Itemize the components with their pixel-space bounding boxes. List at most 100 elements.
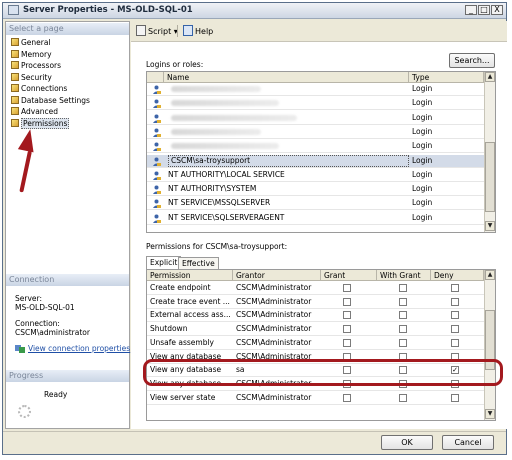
nav-item-connections[interactable]: Connections [11,83,67,94]
permission-row[interactable]: External access ass... CSCM\Administrator [147,309,484,323]
permission-grantor: CSCM\Administrator [236,324,312,334]
help-label: Help [195,27,214,36]
nav-item-security[interactable]: Security [11,72,52,83]
permission-grantor: CSCM\Administrator [236,296,312,306]
login-row[interactable]: CSCM\sa-troysupport Login [147,154,484,168]
permission-name: Create endpoint [150,283,211,292]
nav-item-label: Processors [21,61,62,70]
nav-item-database-settings[interactable]: Database Settings [11,95,90,106]
deny-checkbox[interactable] [451,284,459,292]
deny-checkbox[interactable] [451,338,459,347]
search-button[interactable]: Search... [449,53,495,68]
login-row[interactable]: Login [147,126,484,139]
nav-item-permissions[interactable]: Permissions [11,117,70,129]
nav-item-advanced[interactable]: Advanced [11,106,58,117]
login-type: Login [412,155,433,165]
tab-explicit[interactable]: Explicit [146,256,182,269]
user-icon [153,114,161,123]
login-row[interactable]: NT AUTHORITY\LOCAL SERVICE Login [147,169,484,182]
with-grant-checkbox[interactable] [399,393,407,402]
with-grant-checkbox[interactable] [399,338,407,347]
grant-checkbox[interactable] [343,338,351,347]
annotation-highlight [143,359,503,386]
permission-row[interactable]: Create trace event ... CSCM\Administrator [147,296,484,309]
tab-effective[interactable]: Effective [178,257,219,269]
toolbar-separator [177,25,178,37]
close-button[interactable]: X [491,5,503,15]
login-type: Login [412,169,433,179]
login-name: NT SERVICE\SQLSERVERAGENT [168,212,285,222]
login-row[interactable]: NT AUTHORITY\SYSTEM Login [147,183,484,197]
login-row[interactable]: NT SERVICE\SQLSERVERAGENT Login [147,212,484,225]
perm-scroll-down-icon[interactable]: ▼ [485,409,495,419]
user-icon [153,171,161,180]
perm-header-grant[interactable]: Grant [321,270,377,281]
logins-scrollbar[interactable]: ▲ ▼ [484,72,495,232]
with-grant-checkbox[interactable] [399,325,407,334]
permission-grantor: CSCM\Administrator [236,310,312,320]
nav-item-processors[interactable]: Processors [11,60,61,71]
deny-checkbox[interactable] [451,393,459,402]
login-row[interactable]: Login [147,112,484,125]
deny-checkbox[interactable] [451,311,459,320]
login-row[interactable]: Login [147,83,484,96]
nav-item-general[interactable]: General [11,37,51,48]
server-value: MS-OLD-SQL-01 [15,303,75,312]
login-row[interactable]: Login [147,97,484,111]
grant-checkbox[interactable] [343,297,351,306]
permissions-label: Permissions for CSCM\sa-troysupport: [146,242,288,251]
logins-header-name[interactable]: Name [164,72,409,83]
grant-checkbox[interactable] [343,393,351,402]
permission-row[interactable]: Create endpoint CSCM\Administrator [147,282,484,295]
login-row[interactable]: Login [147,140,484,154]
scroll-down-icon[interactable]: ▼ [485,221,495,231]
help-button[interactable]: Help [183,25,213,37]
minimize-button[interactable]: _ [465,5,477,15]
page-icon [11,107,19,115]
script-button[interactable]: Script ▾ [136,25,178,37]
permission-name: External access ass... [150,310,231,320]
cancel-button[interactable]: Cancel [442,435,494,450]
deny-checkbox[interactable] [451,297,459,306]
page-icon [11,95,19,104]
with-grant-checkbox[interactable] [399,297,407,306]
with-grant-checkbox[interactable] [399,284,407,292]
ok-button[interactable]: OK [381,435,433,450]
script-label: Script [148,27,172,36]
script-icon [136,25,146,36]
permission-row[interactable]: Shutdown CSCM\Administrator [147,323,484,337]
permission-row[interactable]: View server state CSCM\Administrator [147,392,484,405]
permission-name: Shutdown [150,324,188,334]
perm-header-grantor[interactable]: Grantor [233,270,321,281]
login-name: NT AUTHORITY\LOCAL SERVICE [168,169,285,179]
perm-header-with-grant[interactable]: With Grant [377,270,431,281]
deny-checkbox[interactable] [451,325,459,334]
obscured-name [171,100,279,107]
scroll-thumb[interactable] [485,142,495,212]
footer-divider [3,431,506,432]
permission-row[interactable]: Unsafe assembly CSCM\Administrator [147,337,484,350]
scroll-up-icon[interactable]: ▲ [485,72,495,82]
with-grant-checkbox[interactable] [399,311,407,320]
perm-header-deny[interactable]: Deny [431,270,484,281]
nav-item-memory[interactable]: Memory [11,49,52,60]
grant-checkbox[interactable] [343,325,351,334]
title-bar[interactable]: Server Properties - MS-OLD-SQL-01 _ □ X [3,3,506,19]
logins-header-type[interactable]: Type [409,72,484,83]
login-type: Login [412,112,433,122]
perm-scroll-up-icon[interactable]: ▲ [485,270,495,280]
grant-checkbox[interactable] [343,311,351,320]
grant-checkbox[interactable] [343,284,351,292]
page-icon [11,49,19,58]
connection-header: Connection [6,274,129,286]
view-connection-properties-link[interactable]: View connection properties [28,344,130,353]
login-row[interactable]: NT SERVICE\MSSQLSERVER Login [147,197,484,211]
permissions-scrollbar[interactable]: ▲ ▼ [484,270,495,420]
login-name: CSCM\sa-troysupport [168,154,409,167]
page-icon [11,38,19,46]
user-icon [153,99,161,109]
maximize-button[interactable]: □ [478,5,490,15]
logins-label: Logins or roles: [146,60,204,69]
perm-header-permission[interactable]: Permission [147,270,233,281]
nav-item-label: Database Settings [21,95,90,105]
